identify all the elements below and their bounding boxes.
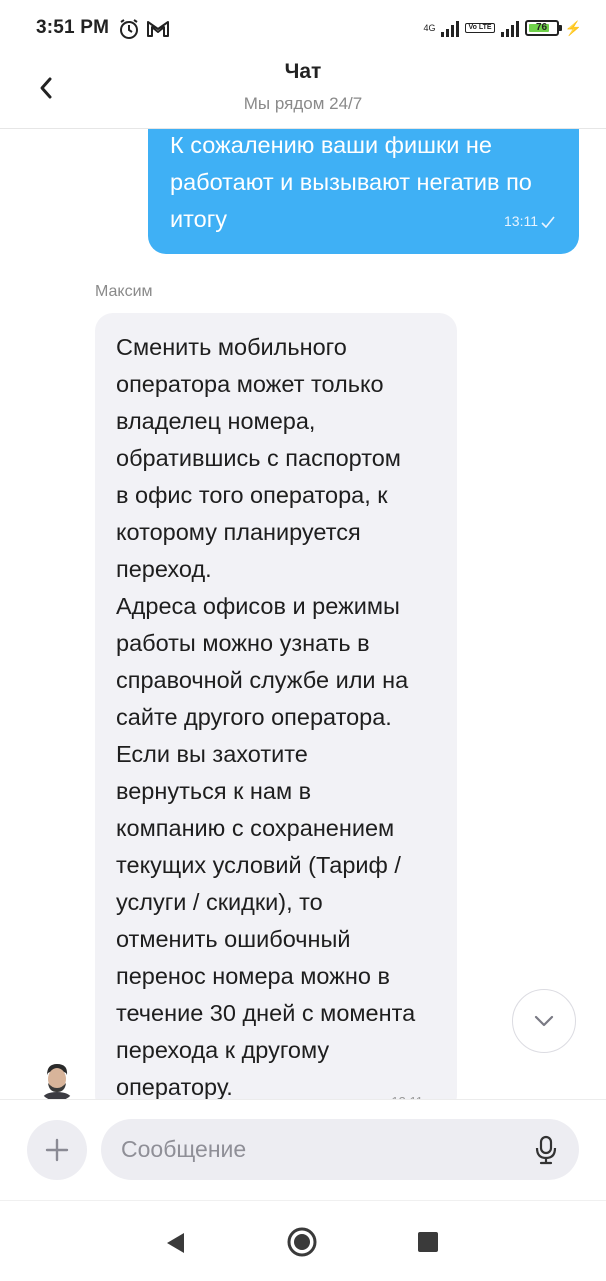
chat-header: Чат Мы рядом 24/7 xyxy=(0,58,606,129)
incoming-message[interactable]: Сменить мобильного оператора может только… xyxy=(95,313,457,1099)
incoming-line: перехода к другому xyxy=(116,1037,330,1063)
incoming-line: сайте другого оператора. xyxy=(116,704,392,730)
nav-back-icon[interactable] xyxy=(164,1231,186,1255)
add-attachment-button[interactable] xyxy=(27,1120,87,1180)
avatar-image xyxy=(37,1061,77,1099)
alarm-icon xyxy=(120,19,138,39)
incoming-line: оператору. xyxy=(116,1074,233,1099)
avatar[interactable] xyxy=(37,1061,77,1099)
signal-icon-2 xyxy=(500,19,519,37)
incoming-line: Если вы захотите xyxy=(116,741,308,767)
outgoing-line: работают и вызывают негатив по xyxy=(170,169,532,195)
incoming-line: компанию с сохранением xyxy=(116,815,395,841)
scroll-down-button[interactable] xyxy=(512,989,576,1053)
incoming-message-time: 13:11 xyxy=(391,1083,423,1099)
incoming-line: текущих условий (Тариф / xyxy=(116,852,401,878)
incoming-message-text: Сменить мобильного оператора может только… xyxy=(116,329,437,1099)
message-input[interactable]: Сообщение xyxy=(101,1119,579,1180)
incoming-line: Сменить мобильного xyxy=(116,334,347,360)
incoming-line: течение 30 дней с момента xyxy=(116,1000,416,1026)
plus-icon xyxy=(45,1138,69,1162)
incoming-line: справочной службе или на xyxy=(116,667,409,693)
gmail-icon xyxy=(147,21,169,37)
nav-home-icon[interactable] xyxy=(286,1226,318,1258)
outgoing-message-text: К сожалению ваши фишки не работают и вызы… xyxy=(170,129,557,238)
outgoing-message-time: 13:11 xyxy=(504,213,538,229)
battery-percent: 76 xyxy=(536,22,548,33)
outgoing-line: К сожалению ваши фишки не xyxy=(170,132,492,158)
page-title: Чат xyxy=(284,60,322,83)
incoming-line: обратившись с паспортом xyxy=(116,445,401,471)
message-list[interactable]: К сожалению ваши фишки не работают и вызы… xyxy=(0,129,606,1099)
status-right: 4G Vo LTE 76 ⚡ xyxy=(423,16,582,40)
battery-icon: 76 xyxy=(524,20,562,36)
composer: Сообщение xyxy=(0,1099,606,1200)
charging-icon: ⚡ xyxy=(564,19,582,36)
incoming-line: владелец номера, xyxy=(116,408,316,434)
sender-name: Максим xyxy=(95,283,153,300)
incoming-line: отменить ошибочный xyxy=(116,926,351,952)
incoming-line: работы можно узнать в xyxy=(116,630,370,656)
incoming-line: вернуться к нам в xyxy=(116,778,312,804)
outgoing-message[interactable]: К сожалению ваши фишки не работают и вызы… xyxy=(148,129,579,254)
status-bar: 3:51 PM 4G Vo LTE 76 ⚡ xyxy=(0,0,606,58)
page-subtitle: Мы рядом 24/7 xyxy=(243,94,363,113)
incoming-line: Адреса офисов и режимы xyxy=(116,593,400,619)
incoming-line: переход. xyxy=(116,556,212,582)
incoming-line: услуги / скидки), то xyxy=(116,889,323,915)
incoming-line: которому планируется xyxy=(116,519,361,545)
check-icon xyxy=(541,216,555,228)
incoming-line: в офис того оператора, к xyxy=(116,482,388,508)
incoming-line: перенос номера можно в xyxy=(116,963,390,989)
signal-icon xyxy=(441,19,460,37)
system-navigation-bar xyxy=(0,1200,606,1281)
nav-recents-icon[interactable] xyxy=(418,1232,438,1252)
microphone-icon[interactable] xyxy=(533,1135,559,1165)
status-time: 3:51 PM xyxy=(36,17,110,38)
message-input-placeholder: Сообщение xyxy=(121,1136,247,1162)
chevron-down-icon xyxy=(534,1015,554,1027)
outgoing-message-meta: 13:11 xyxy=(504,203,555,240)
volte-label: Vo LTE xyxy=(465,23,495,33)
network-type-label: 4G xyxy=(423,22,436,33)
incoming-line: оператора может только xyxy=(116,371,384,397)
outgoing-line: итогу xyxy=(170,206,228,232)
